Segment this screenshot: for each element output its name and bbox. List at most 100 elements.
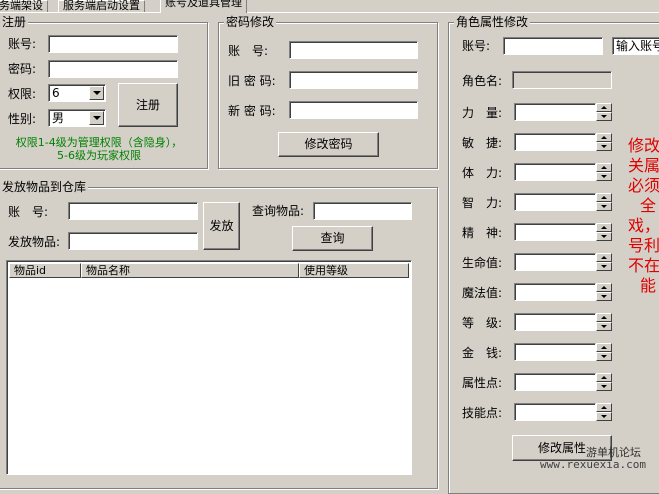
attr-spinner[interactable] <box>596 343 612 361</box>
warning-line: 不在 <box>628 256 659 275</box>
pwd-account-input[interactable] <box>289 41 418 59</box>
spin-up-icon[interactable] <box>596 103 612 112</box>
attr-label: 生命值: <box>462 256 503 270</box>
spin-down-icon[interactable] <box>596 142 612 151</box>
password-change-title: 密码修改 <box>224 15 277 29</box>
gender-select[interactable]: 男 <box>48 109 106 127</box>
permission-select[interactable]: 6 <box>48 84 106 102</box>
chevron-down-icon[interactable] <box>89 86 104 100</box>
warning-line: 修改 <box>628 136 659 155</box>
attr-input[interactable] <box>514 253 596 271</box>
attr-input[interactable] <box>514 193 596 211</box>
spin-down-icon[interactable] <box>596 382 612 391</box>
permission-note: 权限1-4级为管理权限（含隐身），5-6级为玩家权限 <box>15 136 183 162</box>
attr-spinner[interactable] <box>596 283 612 301</box>
new-password-label: 新 密 码: <box>228 104 276 118</box>
spin-down-icon[interactable] <box>596 172 612 181</box>
query-button[interactable]: 查询 <box>292 226 373 251</box>
spin-up-icon[interactable] <box>596 223 612 232</box>
role-account-label: 账号: <box>462 39 491 53</box>
warning-line: 能 <box>640 276 657 295</box>
spin-down-icon[interactable] <box>596 232 612 241</box>
attr-label: 体 力: <box>462 166 503 180</box>
spin-up-icon[interactable] <box>596 163 612 172</box>
spin-up-icon[interactable] <box>596 313 612 322</box>
account-hint-box[interactable]: 输入账号 <box>612 37 659 55</box>
item-list[interactable]: 物品id 物品名称 使用等级 <box>6 260 412 475</box>
attr-input[interactable] <box>514 313 596 331</box>
spin-up-icon[interactable] <box>596 343 612 352</box>
spin-down-icon[interactable] <box>596 262 612 271</box>
issue-account-input[interactable] <box>68 202 198 220</box>
attr-spinner[interactable] <box>596 163 612 181</box>
attr-label: 敏 捷: <box>462 136 503 150</box>
query-item-label: 查询物品: <box>252 204 305 218</box>
role-attr-title: 角色属性修改 <box>454 15 531 29</box>
attr-label: 力 量: <box>462 106 503 120</box>
issue-item-input[interactable] <box>68 232 198 250</box>
attr-input[interactable] <box>514 103 596 121</box>
spin-down-icon[interactable] <box>596 412 612 421</box>
warning-line: 戏， <box>628 216 659 235</box>
attr-input[interactable] <box>514 403 596 421</box>
spin-down-icon[interactable] <box>596 202 612 211</box>
role-name-input <box>512 71 612 89</box>
column-use-level[interactable]: 使用等级 <box>299 263 409 278</box>
spin-up-icon[interactable] <box>596 283 612 292</box>
attr-spinner[interactable] <box>596 403 612 421</box>
register-account-label: 账号: <box>8 37 37 51</box>
attr-spinner[interactable] <box>596 193 612 211</box>
attr-spinner[interactable] <box>596 133 612 151</box>
attr-spinner[interactable] <box>596 373 612 391</box>
attr-label: 属性点: <box>462 376 503 390</box>
attr-input[interactable] <box>514 283 596 301</box>
attr-label: 等 级: <box>462 316 503 330</box>
chevron-down-icon[interactable] <box>89 111 104 125</box>
column-item-id[interactable]: 物品id <box>9 263 81 278</box>
gender-label: 性别: <box>8 112 37 126</box>
warning-line: 关属 <box>628 156 659 175</box>
old-password-input[interactable] <box>289 71 418 89</box>
tab-account-item-management[interactable]: 账号及道具管理 <box>160 0 247 13</box>
attr-input[interactable] <box>514 133 596 151</box>
column-item-name[interactable]: 物品名称 <box>81 263 299 278</box>
spin-down-icon[interactable] <box>596 112 612 121</box>
register-account-input[interactable] <box>48 35 178 53</box>
attr-input[interactable] <box>514 223 596 241</box>
issue-account-label: 账 号: <box>8 205 49 219</box>
issue-item-label: 发放物品: <box>8 235 61 249</box>
old-password-label: 旧 密 码: <box>228 74 276 88</box>
register-group-title: 注册 <box>0 15 29 29</box>
new-password-input[interactable] <box>289 101 418 119</box>
pwd-account-label: 账 号: <box>228 44 269 58</box>
spin-up-icon[interactable] <box>596 253 612 262</box>
register-password-input[interactable] <box>48 60 178 78</box>
attr-spinner[interactable] <box>596 103 612 121</box>
change-password-button[interactable]: 修改密码 <box>278 132 379 157</box>
attr-input[interactable] <box>514 343 596 361</box>
attr-label: 精 神: <box>462 226 503 240</box>
attr-label: 金 钱: <box>462 346 503 360</box>
spin-down-icon[interactable] <box>596 352 612 361</box>
permission-value: 6 <box>52 86 60 100</box>
register-password-label: 密码: <box>8 62 37 76</box>
attr-input[interactable] <box>514 163 596 181</box>
attr-input[interactable] <box>514 373 596 391</box>
spin-up-icon[interactable] <box>596 193 612 202</box>
spin-down-icon[interactable] <box>596 322 612 331</box>
register-button[interactable]: 注册 <box>118 83 178 127</box>
warning-line: 号利 <box>628 236 659 255</box>
spin-up-icon[interactable] <box>596 403 612 412</box>
spin-up-icon[interactable] <box>596 373 612 382</box>
attr-spinner[interactable] <box>596 313 612 331</box>
attr-spinner[interactable] <box>596 253 612 271</box>
issue-button[interactable]: 发放 <box>203 202 240 250</box>
spin-down-icon[interactable] <box>596 292 612 301</box>
attr-label: 技能点: <box>462 406 503 420</box>
gender-value: 男 <box>52 111 65 125</box>
role-account-input[interactable] <box>503 37 603 55</box>
attr-spinner[interactable] <box>596 223 612 241</box>
issue-items-title: 发放物品到仓库 <box>0 180 89 194</box>
spin-up-icon[interactable] <box>596 133 612 142</box>
query-item-input[interactable] <box>313 202 412 220</box>
